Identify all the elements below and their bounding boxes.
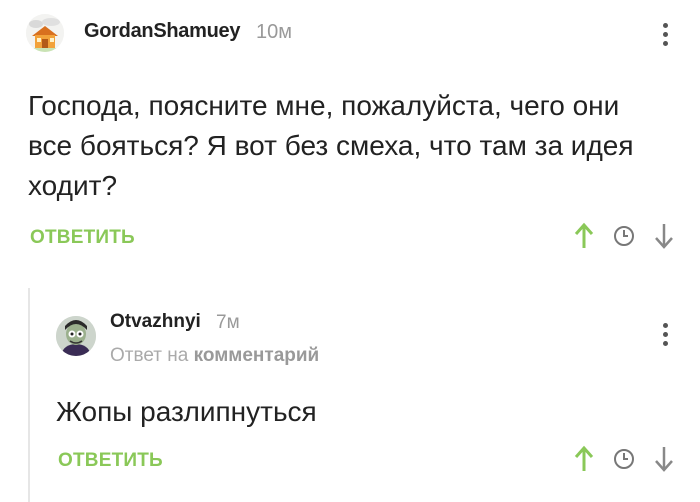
reply-button[interactable]: ОТВЕТИТЬ [58,450,163,472]
house-avatar-icon [26,14,64,52]
kebab-menu-icon[interactable] [653,316,677,352]
reply-context: Ответ на комментарий [110,345,319,367]
comment-text-line: все бояться? Я вот без смеха, что там за… [28,130,634,161]
comment-text-line: ходит? [28,170,118,201]
avatar[interactable] [26,14,64,52]
arrow-up-icon[interactable] [564,444,604,474]
parent-comment-link[interactable]: комментарий [194,345,320,366]
comment-actions [564,221,684,251]
clock-icon[interactable] [604,221,644,251]
arrow-down-icon[interactable] [644,221,684,251]
comment-text: Господа, поясните мне, пожалуйста, чего … [28,86,678,206]
reply-actions [564,444,684,474]
comment-text-line: Господа, поясните мне, пожалуйста, чего … [28,90,620,121]
thread-line [28,288,30,502]
reply-button[interactable]: ОТВЕТИТЬ [30,227,135,249]
character-avatar-icon [56,316,96,356]
arrow-down-icon[interactable] [644,444,684,474]
comment-time: 10м [256,21,292,43]
reply-author[interactable]: Otvazhnyi [110,311,201,333]
reply-context-prefix: Ответ на [110,345,189,366]
arrow-up-icon[interactable] [564,221,604,251]
comment: GordanShamuey 10м Господа, поясните мне,… [0,0,700,280]
comment-author[interactable]: GordanShamuey [84,20,240,43]
reply-avatar[interactable] [56,316,96,356]
clock-icon[interactable] [604,444,644,474]
reply-time: 7м [216,312,240,333]
kebab-menu-icon[interactable] [653,16,677,52]
reply-text: Жопы разлипнуться [56,396,317,427]
